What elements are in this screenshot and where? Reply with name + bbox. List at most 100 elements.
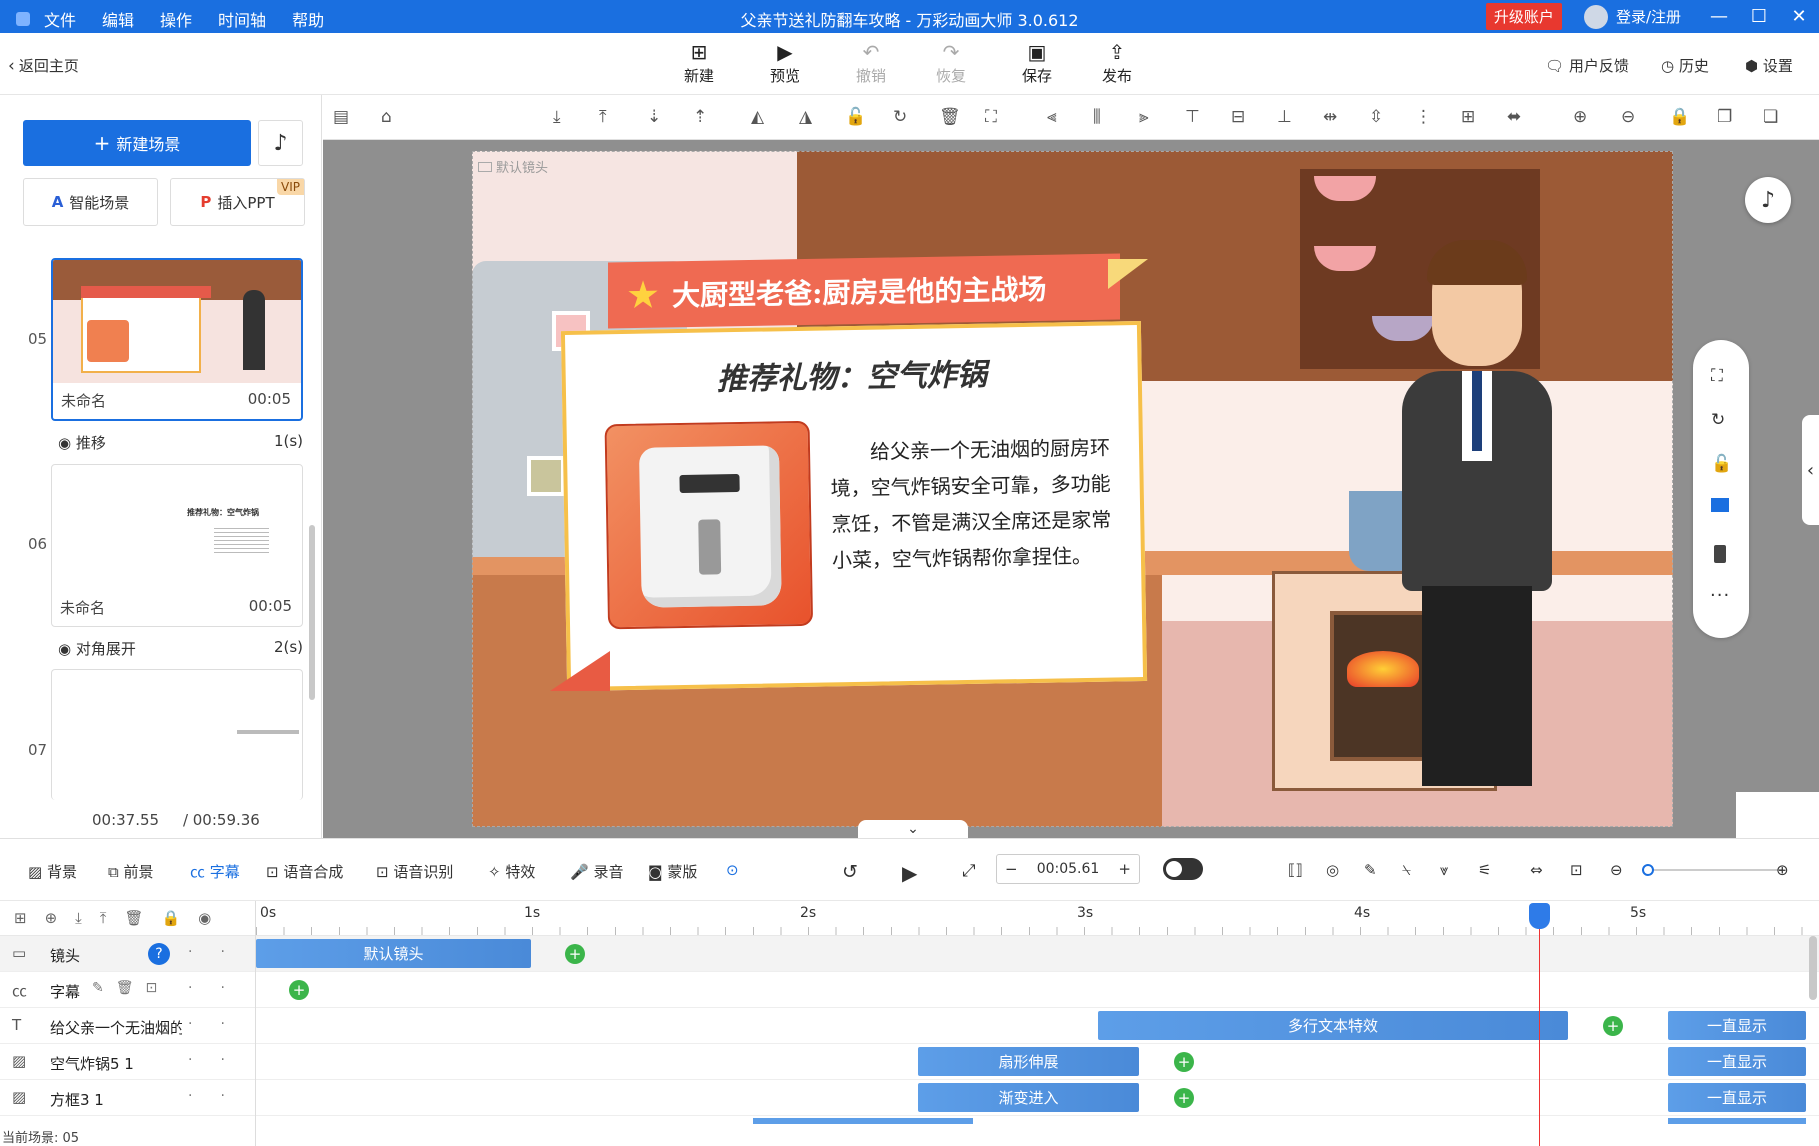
toggle-switch[interactable] [1163,858,1203,880]
ruler-icon[interactable]: ▤ [333,107,349,127]
keyframe-add[interactable]: + [565,944,585,964]
tool-asr[interactable]: ⊡ 语音识别 [376,861,453,882]
align-center-icon[interactable]: ⫼ [1093,107,1101,127]
tool-tts[interactable]: ⊡ 语音合成 [266,861,343,882]
scene-thumbnail-06[interactable]: 推荐礼物：空气炸锅 未命名 00:05 [51,464,303,627]
keyframe-add[interactable]: + [289,980,309,1000]
smart-scene-button[interactable]: A 智能场景 [23,178,158,226]
paste-icon[interactable]: ❏ [1763,107,1778,127]
vip-frame-icon[interactable]: ⟦⟧ [1288,861,1303,879]
preview-button[interactable]: ▶ 预览 [755,41,815,86]
rotate-icon[interactable]: ↻ [893,107,907,127]
menu-edit[interactable]: 编辑 [102,7,134,31]
zoom-slider[interactable] [1642,864,1782,876]
edit-icon[interactable]: ✎ [1364,861,1377,879]
clip-fan-expand[interactable]: 扇形伸展 [918,1047,1139,1076]
add-track-icon[interactable]: ⊕ [45,909,58,927]
save-button[interactable]: ▣ 保存 [1007,41,1067,86]
zoom-out-icon[interactable]: ⊖ [1610,861,1623,879]
adjust-icon[interactable]: ⚟ [1478,861,1491,879]
tool-subtitle[interactable]: ㏄ 字幕 [190,861,240,882]
align-middle-icon[interactable]: ⊟ [1231,107,1245,127]
filter-icon[interactable]: ⩔ [1440,861,1448,879]
minus-icon[interactable]: − [1005,860,1018,878]
keyframe-add[interactable]: + [1174,1088,1194,1108]
clip-default-camera[interactable]: 默认镜头 [256,939,531,968]
history-link[interactable]: ◷ 历史 [1661,55,1709,76]
upgrade-button[interactable]: 升级账户 [1485,3,1562,30]
preview-thumbnail[interactable] [1736,792,1819,838]
lock-icon[interactable]: 🔒 [161,909,180,927]
lock-canvas-icon[interactable]: 🔒 [1669,107,1690,127]
tool-effects[interactable]: ✧ 特效 [488,861,535,882]
same-size-icon[interactable]: ⊞ [1461,107,1475,127]
replay-icon[interactable]: ↺ [842,861,858,883]
delete-icon[interactable]: 🗑 [124,909,143,927]
move-down-icon[interactable]: ⤓ [75,909,82,927]
eye-icon[interactable]: ◉ [198,909,211,927]
back-home-link[interactable]: ‹ 返回主页 [8,55,79,76]
redo-button[interactable]: ↷ 恢复 [921,41,981,86]
menu-timeline[interactable]: 时间轴 [218,7,266,31]
track-options[interactable]: ·· [188,1088,253,1104]
track-edit-icons[interactable]: ✎🗑⊡ [92,980,169,996]
more-tools-icon[interactable]: ⊙ [726,861,739,879]
music-float-button[interactable]: ♪ [1745,177,1791,223]
clip-always-show[interactable]: 一直显示 [1668,1083,1806,1112]
spacing-icon[interactable]: ⋮ [1415,107,1432,127]
track-options[interactable]: ·· [188,944,253,960]
move-up-icon[interactable]: ⇡ [693,107,707,127]
menu-file[interactable]: 文件 [44,7,76,31]
track-options[interactable]: ·· [188,1052,253,1068]
split-icon[interactable]: ⍀ [1402,861,1411,879]
clip-multiline-text-effect[interactable]: 多行文本特效 [1098,1011,1568,1040]
menu-operate[interactable]: 操作 [160,7,192,31]
maximize-icon[interactable]: ☐ [1739,6,1779,27]
track-frame[interactable]: ▨ 方框3 1 ·· 渐变进入 + 一直显示 [0,1080,1819,1116]
rotate-icon[interactable]: ↻ [1711,410,1725,430]
tool-background[interactable]: ▨ 背景 [28,861,77,882]
character-dad[interactable] [1402,240,1552,786]
align-top-icon[interactable]: ⊤ [1185,107,1200,127]
user-avatar-icon[interactable] [1583,4,1608,29]
stage-canvas[interactable]: 默认镜头 ★ 大厨型老爸:厨房是他的主战场 推荐礼物：空气炸锅 给父亲一个无油烟… [472,151,1673,827]
new-scene-button[interactable]: + 新建场景 [23,120,251,166]
zoom-in-icon[interactable]: ⊕ [1573,107,1587,127]
clip-always-show[interactable]: 一直显示 [1668,1011,1806,1040]
panel-scrollbar[interactable] [309,525,315,700]
close-icon[interactable]: ✕ [1779,6,1819,27]
crop-icon[interactable]: ⛶ [985,107,997,127]
scene-thumbnail-07[interactable] [51,669,303,800]
zoom-in-icon[interactable]: ⊕ [1776,861,1789,879]
minimize-icon[interactable]: — [1699,6,1739,27]
track-options[interactable]: ·· [188,980,253,996]
phone-icon[interactable] [1714,545,1726,563]
flip-v-icon[interactable]: ◮ [799,107,812,127]
feedback-link[interactable]: 🗨 用户反馈 [1545,55,1629,76]
ratio-icon[interactable]: ⊡ [1570,861,1583,879]
fullscreen-icon[interactable]: ⤢ [962,861,976,881]
settings-link[interactable]: ⬢ 设置 [1745,55,1793,76]
track-subtitle[interactable]: ㏄ 字幕 ✎🗑⊡ ·· + [0,972,1819,1008]
align-right-icon[interactable]: ⫸ [1139,107,1149,127]
screen-icon[interactable] [1711,498,1729,512]
align-bottom-icon[interactable]: ⊥ [1277,107,1292,127]
clip-always-show[interactable]: 一直显示 [1668,1047,1806,1076]
transition-05[interactable]: ◉ 推移 1(s) [58,432,303,453]
banner-ribbon[interactable]: ★ 大厨型老爸:厨房是他的主战场 [608,253,1120,329]
distribute-h-icon[interactable]: ⇹ [1323,107,1337,127]
align-left-icon[interactable]: ⫷ [1047,107,1057,127]
lock-icon[interactable]: 🔓 [845,107,866,127]
clip-fade-in[interactable]: 渐变进入 [918,1083,1139,1112]
tool-record[interactable]: 🎤 录音 [570,861,623,882]
music-button[interactable]: ♪ [258,120,303,166]
move-top-icon[interactable]: ⤒ [599,107,607,127]
camera-icon[interactable]: ◎ [1326,861,1339,879]
track-text[interactable]: T 给父亲一个无油烟的 ·· 多行文本特效 + 一直显示 [0,1008,1819,1044]
time-stepper[interactable]: − 00:05.61 + [996,854,1140,884]
undo-button[interactable]: ↶ 撤销 [841,41,901,86]
flip-h-icon[interactable]: ◭ [751,107,764,127]
keyframe-add[interactable]: + [1603,1016,1623,1036]
track-camera[interactable]: ▭ 镜头 ? ·· 默认镜头 + [0,936,1819,972]
insert-ppt-button[interactable]: P 插入PPT VIP [170,178,305,226]
